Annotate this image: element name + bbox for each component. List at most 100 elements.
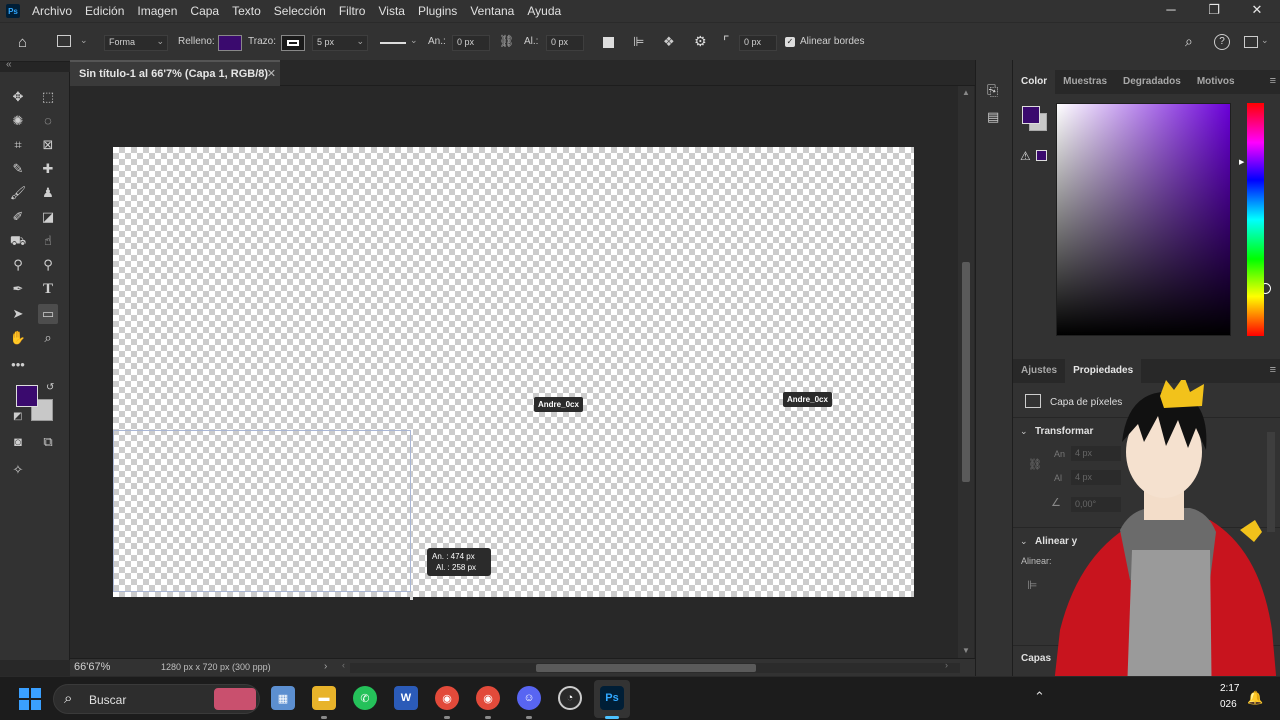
- tab-muestras[interactable]: Muestras: [1055, 70, 1115, 94]
- calculator-icon[interactable]: ▦: [271, 686, 295, 710]
- stroke-color-swatch[interactable]: [281, 35, 305, 51]
- document-tab[interactable]: Sin título-1 al 66'7% (Capa 1, RGB/8) ✕: [70, 60, 280, 86]
- menu-archivo[interactable]: Archivo: [32, 4, 72, 18]
- frame-tool-icon[interactable]: ⊠: [38, 135, 58, 155]
- tab-degradados[interactable]: Degradados: [1115, 70, 1189, 94]
- paint-bucket-tool-icon[interactable]: ⛟: [8, 231, 28, 251]
- foreground-color-swatch[interactable]: [16, 385, 38, 407]
- document-canvas[interactable]: Andre_0cx Andre_0cx: [113, 147, 914, 600]
- path-alignment-icon[interactable]: ⊫: [633, 34, 644, 50]
- width-input[interactable]: 0 px: [452, 35, 490, 51]
- eraser-tool-icon[interactable]: ◪: [38, 207, 58, 227]
- scroll-right-icon[interactable]: ›: [945, 660, 948, 670]
- history-brush-tool-icon[interactable]: ✐: [8, 207, 28, 227]
- clock-date[interactable]: 026: [1220, 699, 1237, 710]
- height-input[interactable]: 0 px: [546, 35, 584, 51]
- menu-filtro[interactable]: Filtro: [339, 4, 366, 18]
- quick-mask-icon[interactable]: ◙: [8, 432, 28, 452]
- history-panel-icon[interactable]: ⎘: [987, 82, 998, 99]
- hand-tool-icon[interactable]: ✋: [8, 328, 28, 348]
- discord-icon[interactable]: ☺: [517, 686, 541, 710]
- chevron-down-icon[interactable]: ⌄: [1020, 426, 1028, 437]
- menu-imagen[interactable]: Imagen: [137, 4, 177, 18]
- panel-menu-icon[interactable]: ≡: [1270, 364, 1276, 376]
- path-arrangement-icon[interactable]: ❖: [663, 34, 675, 50]
- corner-radius-input[interactable]: 0 px: [739, 35, 777, 51]
- horizontal-scrollbar[interactable]: ‹ ›: [342, 660, 960, 673]
- websafe-color-swatch[interactable]: [1036, 150, 1047, 161]
- dodge-tool-icon[interactable]: ⚲: [8, 255, 28, 275]
- notification-bell-icon[interactable]: 🔔: [1247, 690, 1263, 706]
- horizontal-scroll-thumb[interactable]: [536, 664, 756, 672]
- chevron-right-icon[interactable]: ›: [324, 661, 327, 672]
- obs-icon[interactable]: ◔: [558, 686, 582, 710]
- path-selection-tool-icon[interactable]: ➤: [8, 304, 28, 324]
- color-picker-field[interactable]: [1056, 103, 1271, 336]
- tab-color[interactable]: Color: [1013, 70, 1056, 94]
- generative-tool-icon[interactable]: ✧: [8, 460, 28, 480]
- panel-menu-icon[interactable]: ≡: [1270, 75, 1276, 87]
- link-icon[interactable]: ⛓: [499, 34, 514, 48]
- chrome-icon[interactable]: ◉: [435, 686, 459, 710]
- close-window-button[interactable]: ✕: [1247, 2, 1267, 18]
- smudge-tool-icon[interactable]: ☝: [38, 231, 58, 251]
- crop-tool-icon[interactable]: ⌗: [8, 135, 28, 155]
- comments-panel-icon[interactable]: ▤: [987, 109, 999, 125]
- path-operations-icon[interactable]: [603, 37, 614, 48]
- whatsapp-icon[interactable]: ✆: [353, 686, 377, 710]
- vertical-scroll-thumb[interactable]: [962, 262, 970, 482]
- menu-plugins[interactable]: Plugins: [418, 4, 457, 18]
- search-icon[interactable]: ⌕: [1185, 33, 1193, 50]
- collapse-left-icon[interactable]: «: [6, 59, 12, 70]
- menu-seleccion[interactable]: Selección: [274, 4, 326, 18]
- scroll-down-icon[interactable]: ▼: [962, 646, 970, 655]
- warning-icon[interactable]: ⚠: [1020, 149, 1031, 163]
- align-edges-checkbox[interactable]: ✓: [785, 37, 795, 47]
- canvas-area[interactable]: Andre_0cx Andre_0cx An. : 474 px Al. : 2…: [70, 86, 958, 658]
- gear-icon[interactable]: ⚙: [694, 33, 707, 50]
- menu-edicion[interactable]: Edición: [85, 4, 124, 18]
- default-colors-icon[interactable]: ◩: [13, 411, 22, 422]
- lasso-tool-icon[interactable]: ◌: [38, 111, 58, 131]
- chevron-down-icon[interactable]: ⌄: [1261, 35, 1269, 46]
- word-icon[interactable]: W: [394, 686, 418, 710]
- marquee-tool-icon[interactable]: ⬚: [38, 87, 58, 107]
- menu-capa[interactable]: Capa: [190, 4, 219, 18]
- pen-tool-icon[interactable]: ✒: [8, 279, 28, 299]
- stroke-width-select[interactable]: 5 px ⌄: [312, 35, 368, 51]
- scroll-up-icon[interactable]: ▲: [962, 88, 970, 97]
- menu-vista[interactable]: Vista: [378, 4, 404, 18]
- eyedropper-tool-icon[interactable]: ✎: [8, 159, 28, 179]
- windows-start-icon[interactable]: [19, 688, 41, 710]
- shape-mode-select[interactable]: Forma ⌄: [104, 35, 168, 51]
- more-tools-icon[interactable]: •••: [8, 355, 28, 375]
- fill-color-swatch[interactable]: [218, 35, 242, 51]
- photoshop-taskbar-icon[interactable]: Ps: [600, 686, 624, 710]
- file-explorer-icon[interactable]: ▬: [312, 686, 336, 710]
- move-tool-icon[interactable]: ✥: [8, 87, 28, 107]
- hue-slider-handle-icon[interactable]: ▶: [1239, 158, 1244, 166]
- zoom-level[interactable]: 66'67%: [74, 661, 110, 673]
- chevron-down-icon[interactable]: ⌄: [80, 35, 88, 46]
- chrome-icon[interactable]: ◉: [476, 686, 500, 710]
- hue-slider[interactable]: [1247, 103, 1264, 336]
- sponge-tool-icon[interactable]: ⚲: [38, 255, 58, 275]
- menu-texto[interactable]: Texto: [232, 4, 261, 18]
- object-selection-tool-icon[interactable]: ✺: [8, 111, 28, 131]
- minimize-button[interactable]: ─: [1161, 2, 1181, 17]
- home-icon[interactable]: ⌂: [18, 34, 27, 51]
- chevron-up-icon[interactable]: ⌃: [1034, 689, 1045, 705]
- tab-motivos[interactable]: Motivos: [1189, 70, 1243, 94]
- chevron-down-icon[interactable]: ⌄: [1020, 536, 1028, 547]
- photoshop-logo-icon[interactable]: Ps: [6, 4, 20, 18]
- align-left-icon[interactable]: ⊫: [1027, 578, 1037, 592]
- type-tool-icon[interactable]: T: [38, 279, 58, 299]
- clone-stamp-tool-icon[interactable]: ♟: [38, 183, 58, 203]
- workspace-icon[interactable]: [1244, 36, 1258, 48]
- maximize-button[interactable]: ❐: [1204, 2, 1224, 18]
- healing-brush-tool-icon[interactable]: ✚: [38, 159, 58, 179]
- rectangle-tool-icon[interactable]: ▭: [38, 304, 58, 324]
- zoom-tool-icon[interactable]: ⌕: [38, 328, 58, 348]
- panel-fg-color-swatch[interactable]: [1022, 106, 1040, 124]
- screen-mode-icon[interactable]: ⧉: [38, 432, 58, 452]
